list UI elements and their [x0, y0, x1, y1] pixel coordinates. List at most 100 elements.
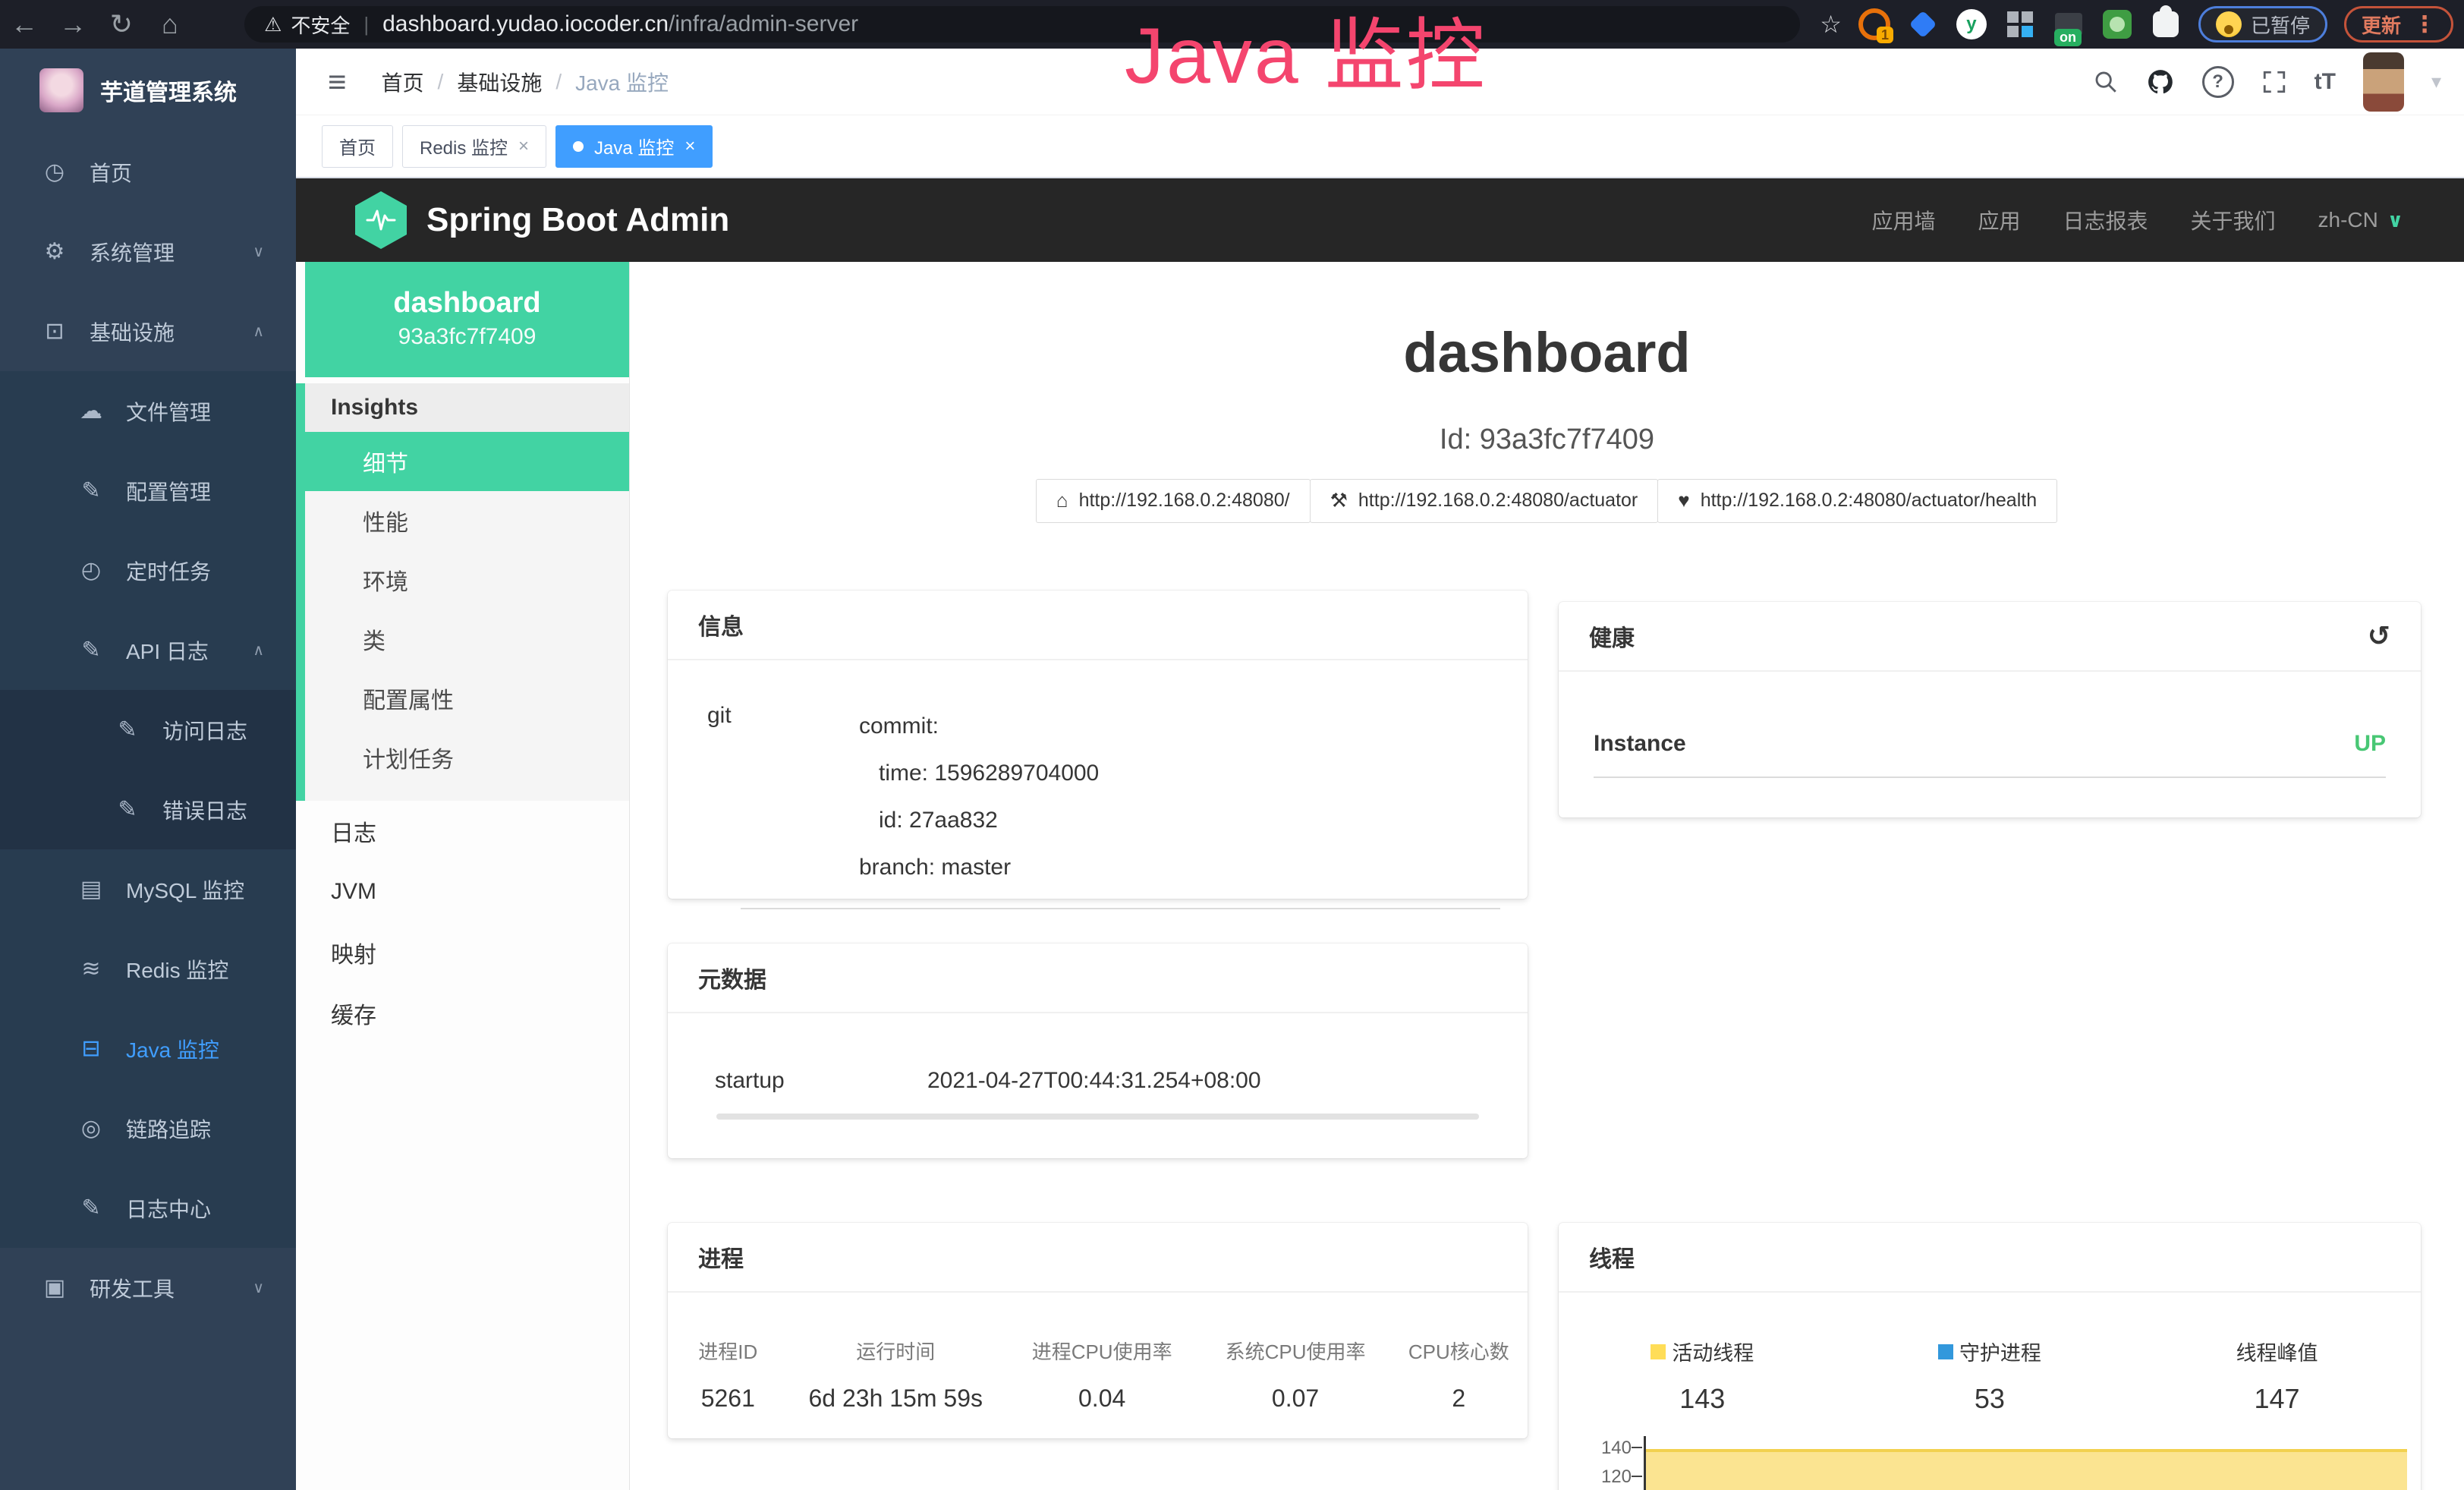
sba-nav-applications[interactable]: 应用 — [1978, 205, 2020, 235]
extension-pin-icon[interactable] — [1907, 8, 1939, 40]
layers-icon: ≋ — [76, 956, 106, 982]
browser-menu-icon[interactable]: ⋮ — [2413, 11, 2436, 38]
bookmark-star-icon[interactable]: ☆ — [1820, 10, 1842, 39]
close-icon[interactable]: × — [684, 136, 695, 157]
search-icon[interactable] — [2093, 69, 2119, 95]
sba-menu-mappings[interactable]: 映射 — [296, 922, 629, 983]
sidebar-item-label: 基础设施 — [90, 317, 175, 347]
git-branch: branch: master — [859, 844, 1099, 891]
sba-locale-select[interactable]: zh-CN ∨ — [2318, 208, 2403, 232]
sba-menu-environment[interactable]: 环境 — [305, 550, 629, 610]
tab-java-monitor[interactable]: Java 监控 × — [555, 125, 713, 168]
health-card-title: 健康 ↺ — [1559, 602, 2421, 672]
browser-update-button[interactable]: 更新 ⋮ — [2344, 6, 2453, 43]
fullscreen-icon[interactable] — [2261, 69, 2287, 95]
sidebar-item-dev-tools[interactable]: ▣ 研发工具 ∨ — [0, 1248, 296, 1328]
sidebar-item-infra[interactable]: ⊡ 基础设施 ∧ — [0, 291, 296, 371]
horizontal-scrollbar[interactable] — [716, 1114, 1479, 1120]
extension-on-icon[interactable]: on — [2053, 8, 2085, 40]
git-commit-lines: commit: time: 1596289704000 id: 27aa832 … — [859, 703, 1099, 891]
sidebar-item-log-center[interactable]: ✎ 日志中心 — [0, 1168, 296, 1248]
sidebar-item-file-management[interactable]: ☁ 文件管理 — [0, 371, 296, 451]
metadata-row: startup 2021-04-27T00:44:31.254+08:00 — [668, 1013, 1528, 1094]
close-icon[interactable]: × — [518, 136, 529, 157]
extension-y-icon[interactable]: y — [1956, 8, 1987, 40]
browser-extensions-area: ☆ 1 y on 已暂停 更新 ⋮ — [1820, 0, 2453, 49]
main-sidebar: 芋道管理系统 ◷ 首页 ⚙ 系统管理 ∨ ⊡ 基础设施 ∧ ☁ 文件管理 — [0, 49, 296, 1490]
sba-menu-metrics[interactable]: 性能 — [305, 491, 629, 550]
sidebar-item-error-log[interactable]: ✎ 错误日志 — [0, 770, 296, 849]
browser-home-icon[interactable]: ⌂ — [146, 8, 194, 40]
avatar-dropdown-icon[interactable]: ▾ — [2431, 70, 2441, 93]
instance-header[interactable]: dashboard 93a3fc7f7409 — [305, 262, 629, 377]
browser-forward-icon[interactable]: → — [49, 8, 97, 40]
sidebar-item-scheduled-tasks[interactable]: ◴ 定时任务 — [0, 531, 296, 610]
timer-icon: ◴ — [76, 557, 106, 584]
paused-extension-button[interactable]: 已暂停 — [2198, 6, 2327, 43]
sidebar-item-home[interactable]: ◷ 首页 — [0, 132, 296, 212]
home-icon: ⌂ — [1056, 489, 1068, 512]
health-url-button[interactable]: ♥ http://192.168.0.2:48080/actuator/heal… — [1657, 479, 2057, 523]
health-url: http://192.168.0.2:48080/actuator/health — [1701, 490, 2037, 512]
tab-home[interactable]: 首页 — [322, 125, 393, 168]
sidebar-item-mysql-monitor[interactable]: ▤ MySQL 监控 — [0, 849, 296, 929]
sba-menu-classes[interactable]: 类 — [305, 610, 629, 669]
extension-leaf-icon[interactable] — [2101, 8, 2133, 40]
extension-refresh-icon[interactable]: 1 — [1858, 8, 1890, 40]
sba-nav-wallboard[interactable]: 应用墙 — [1871, 205, 1935, 235]
browser-reload-icon[interactable]: ↻ — [97, 8, 146, 40]
tab-label: 首页 — [339, 133, 376, 159]
sidebar-item-java-monitor[interactable]: ⊟ Java 监控 — [0, 1009, 296, 1088]
github-icon[interactable] — [2146, 68, 2175, 96]
sidebar-item-access-log[interactable]: ✎ 访问日志 — [0, 690, 296, 770]
sba-menu-scheduled-tasks[interactable]: 计划任务 — [305, 728, 629, 787]
sba-menu-details[interactable]: 细节 — [305, 432, 629, 491]
sidebar-item-system[interactable]: ⚙ 系统管理 ∨ — [0, 212, 296, 291]
actuator-url-button[interactable]: ⚒ http://192.168.0.2:48080/actuator — [1310, 479, 1659, 523]
breadcrumb-infra[interactable]: 基础设施 — [457, 67, 542, 97]
extension-grid-icon[interactable] — [2004, 8, 2036, 40]
sidebar-item-label: 配置管理 — [126, 476, 211, 506]
security-label[interactable]: 不安全 — [291, 11, 350, 39]
browser-back-icon[interactable]: ← — [0, 8, 49, 40]
help-icon[interactable]: ? — [2202, 66, 2234, 98]
git-info-row: git commit: time: 1596289704000 id: 27aa… — [668, 660, 1528, 908]
card-title-text: 线程 — [1589, 1240, 1635, 1274]
sba-nav-about[interactable]: 关于我们 — [2191, 205, 2276, 235]
sidebar-item-label: 日志中心 — [126, 1193, 211, 1224]
sba-menu-logs[interactable]: 日志 — [296, 801, 629, 862]
sidebar-item-config-management[interactable]: ✎ 配置管理 — [0, 451, 296, 531]
sba-nav-journal[interactable]: 日志报表 — [2063, 205, 2148, 235]
font-size-icon[interactable]: tT — [2315, 69, 2336, 95]
live-threads-value: 143 — [1559, 1383, 1846, 1415]
col-cpu-cores: CPU核心数 — [1390, 1337, 1528, 1365]
health-instance-row[interactable]: Instance UP — [1594, 672, 2386, 778]
sba-menu-jvm[interactable]: JVM — [296, 862, 629, 922]
sba-nav: 应用墙 应用 日志报表 关于我们 zh-CN ∨ — [1871, 205, 2403, 235]
address-bar[interactable]: ⚠ 不安全 | dashboard.yudao.iocoder.cn /infr… — [244, 6, 1800, 43]
breadcrumb-home[interactable]: 首页 — [382, 67, 424, 97]
legend-swatch-blue — [1938, 1344, 1953, 1359]
breadcrumb: 首页 / 基础设施 / Java 监控 — [382, 67, 669, 97]
spring-boot-admin-logo-icon — [355, 191, 407, 249]
sidebar-item-tracing[interactable]: ◎ 链路追踪 — [0, 1088, 296, 1168]
history-icon[interactable]: ↺ — [2368, 620, 2390, 652]
extension-puzzle-icon[interactable] — [2150, 8, 2182, 40]
sidebar-item-redis-monitor[interactable]: ≋ Redis 监控 — [0, 929, 296, 1009]
annotation-text: Java 监控 — [1125, 0, 1487, 106]
tab-redis-monitor[interactable]: Redis 监控 × — [402, 125, 546, 168]
status-badge: UP — [2354, 731, 2386, 757]
sba-menu-config-props[interactable]: 配置属性 — [305, 669, 629, 728]
y-tick-120: 120 — [1566, 1466, 1632, 1488]
sidebar-item-api-log[interactable]: ✎ API 日志 ∧ — [0, 610, 296, 690]
user-avatar[interactable] — [2363, 52, 2404, 112]
sba-menu-caches[interactable]: 缓存 — [296, 983, 629, 1044]
service-url-button[interactable]: ⌂ http://192.168.0.2:48080/ — [1036, 479, 1311, 523]
cloud-icon: ☁ — [76, 398, 106, 424]
url-host: dashboard.yudao.iocoder.cn — [382, 11, 669, 37]
sidebar-toggle-icon[interactable]: ≡ — [328, 64, 347, 100]
brand-title: 芋道管理系统 — [100, 74, 237, 107]
warning-icon: ⚠ — [264, 13, 282, 36]
sidebar-submenu-infra: ☁ 文件管理 ✎ 配置管理 ◴ 定时任务 ✎ API 日志 ∧ ✎ — [0, 371, 296, 1248]
chevron-up-icon: ∧ — [253, 322, 264, 341]
